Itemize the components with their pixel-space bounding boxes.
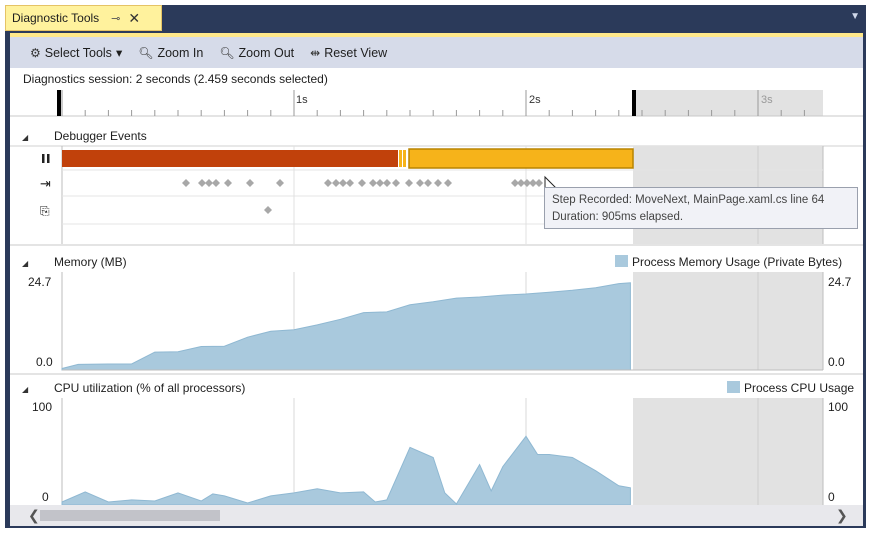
event-marker[interactable] — [424, 179, 432, 187]
cpu-y-max-right: 100 — [828, 400, 848, 414]
event-marker[interactable] — [376, 179, 384, 187]
ruler-label-2s: 2s — [529, 94, 541, 106]
timeline-ruler[interactable]: 1s 2s 3s — [10, 90, 863, 117]
event-marker[interactable] — [332, 179, 340, 187]
event-marker[interactable] — [339, 179, 347, 187]
cpu-y-max-left: 100 — [32, 400, 52, 414]
event-marker[interactable] — [224, 179, 232, 187]
cpu-collapse-icon[interactable]: ◢ — [22, 385, 29, 394]
zoom-in-button[interactable]: 🔍︎ Zoom In — [138, 46, 203, 60]
gear-icon: ⚙ — [30, 45, 41, 60]
breakpoint-icon: ⎘ — [40, 204, 50, 218]
tooltip-line-1: Step Recorded: MoveNext, MainPage.xaml.c… — [552, 194, 825, 206]
select-tools-label: Select Tools — [44, 45, 112, 60]
memory-y-min-left: 0.0 — [36, 355, 53, 369]
memory-section: ◢ Memory (MB) Process Memory Usage (Priv… — [10, 244, 863, 371]
select-tools-button[interactable]: ⚙ Select Tools ▾ — [30, 45, 123, 61]
step-marker[interactable] — [403, 150, 406, 167]
event-marker[interactable] — [324, 179, 332, 187]
memory-collapse-icon[interactable]: ◢ — [22, 259, 29, 268]
run-event-bar[interactable] — [408, 148, 634, 169]
reset-view-button[interactable]: ⇹ Reset View — [310, 46, 387, 60]
memory-title: Memory (MB) — [54, 255, 127, 269]
cpu-legend-swatch — [727, 381, 740, 393]
event-marker[interactable] — [212, 179, 220, 187]
cpu-section: ◢ CPU utilization (% of all processors) … — [10, 373, 863, 505]
zoom-out-label: Zoom Out — [238, 45, 295, 60]
cpu-usage-area — [61, 435, 631, 505]
event-marker[interactable] — [392, 179, 400, 187]
pin-icon[interactable]: ⊸ — [111, 12, 120, 25]
event-marker[interactable] — [276, 179, 284, 187]
event-marker[interactable] — [383, 179, 391, 187]
memory-y-min-right: 0.0 — [828, 355, 845, 369]
zoom-in-icon: 🔍︎ — [138, 45, 154, 60]
selection-start-handle[interactable] — [57, 90, 61, 116]
event-marker[interactable] — [358, 179, 366, 187]
tab-diagnostic-tools[interactable]: Diagnostic Tools ⊸ ✕ — [5, 5, 162, 31]
reset-view-label: Reset View — [324, 45, 388, 60]
event-marker[interactable] — [264, 206, 272, 214]
horizontal-scrollbar[interactable]: ❮ ❯ — [10, 505, 863, 526]
cpu-y-min-right: 0 — [828, 490, 835, 504]
step-icon: ⇥ — [40, 176, 51, 191]
zoom-in-label: Zoom In — [157, 45, 204, 60]
close-icon[interactable]: ✕ — [128, 10, 140, 27]
event-marker[interactable] — [416, 179, 424, 187]
diagnostic-tools-content: ⚙ Select Tools ▾ 🔍︎ Zoom In 🔍︎ Zoom Out … — [10, 33, 863, 526]
event-marker[interactable] — [346, 179, 354, 187]
tab-title: Diagnostic Tools — [12, 11, 100, 25]
event-marker[interactable] — [405, 179, 413, 187]
pause-icon — [42, 154, 50, 163]
scrollbar-thumb[interactable] — [40, 510, 220, 521]
selection-end-handle[interactable] — [632, 90, 636, 116]
event-marker[interactable] — [182, 179, 190, 187]
cpu-legend-label: Process CPU Usage — [744, 381, 854, 395]
timeline-canvas[interactable]: 1s 2s 3s ◢ Debugger Events ⇥ ⎘ ◢ Memory … — [10, 90, 863, 505]
memory-y-max-left: 24.7 — [28, 275, 52, 289]
zoom-out-button[interactable]: 🔍︎ Zoom Out — [219, 46, 294, 60]
scroll-left-icon[interactable]: ❮ — [28, 507, 40, 524]
toolbar: ⚙ Select Tools ▾ 🔍︎ Zoom In 🔍︎ Zoom Out … — [10, 37, 863, 68]
event-marker[interactable] — [444, 179, 452, 187]
event-marker[interactable] — [198, 179, 206, 187]
panel-menu-icon[interactable]: ▼ — [850, 11, 860, 22]
ruler-label-1s: 1s — [296, 94, 308, 106]
ruler-label-3s: 3s — [761, 94, 773, 106]
reset-view-icon: ⇹ — [310, 45, 321, 60]
debugger-events-collapse-icon[interactable]: ◢ — [22, 133, 29, 142]
step-marker[interactable] — [399, 150, 402, 167]
cpu-title: CPU utilization (% of all processors) — [54, 381, 245, 395]
session-summary: Diagnostics session: 2 seconds (2.459 se… — [23, 72, 328, 86]
memory-y-max-right: 24.7 — [828, 275, 852, 289]
event-marker[interactable] — [434, 179, 442, 187]
event-tooltip: Step Recorded: MoveNext, MainPage.xaml.c… — [544, 187, 858, 229]
event-marker[interactable] — [369, 179, 377, 187]
event-marker[interactable] — [205, 179, 213, 187]
break-event-bar[interactable] — [62, 150, 398, 167]
scroll-right-icon[interactable]: ❯ — [836, 507, 848, 524]
memory-legend-swatch — [615, 255, 628, 267]
memory-usage-area — [61, 282, 631, 371]
cpu-y-min-left: 0 — [42, 490, 49, 504]
event-marker[interactable] — [246, 179, 254, 187]
chevron-down-icon: ▾ — [115, 46, 123, 60]
diagnostic-tools-window: Diagnostic Tools ⊸ ✕ ▼ ⚙ Select Tools ▾ … — [5, 5, 866, 528]
memory-legend-label: Process Memory Usage (Private Bytes) — [632, 255, 842, 269]
event-marker[interactable] — [535, 179, 543, 187]
debugger-events-title: Debugger Events — [54, 129, 147, 143]
tooltip-line-2: Duration: 905ms elapsed. — [552, 211, 684, 223]
zoom-out-icon: 🔍︎ — [219, 45, 235, 60]
